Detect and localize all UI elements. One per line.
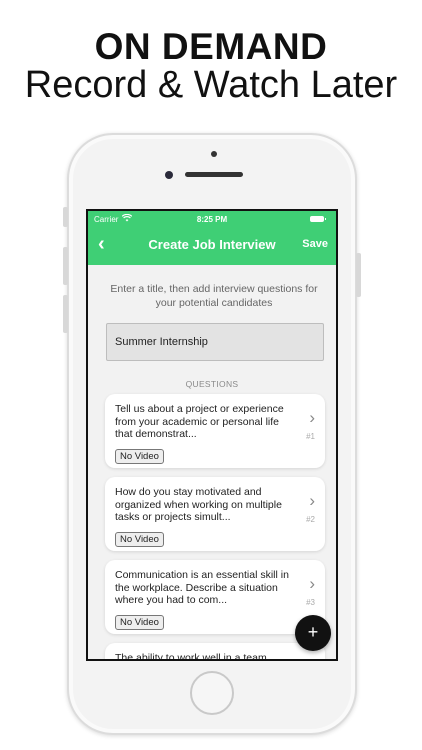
- mute-switch: [63, 207, 68, 227]
- video-status-badge: No Video: [115, 615, 164, 630]
- clock: 8:25 PM: [196, 215, 228, 224]
- question-number: #2: [306, 515, 315, 524]
- volume-up-button: [63, 247, 68, 285]
- volume-down-button: [63, 295, 68, 333]
- question-card[interactable]: The ability to work well in a team: [105, 643, 325, 661]
- home-button[interactable]: [190, 671, 234, 715]
- question-text: Communication is an essential skill in t…: [115, 569, 289, 606]
- battery-icon: [310, 216, 326, 222]
- question-text: Tell us about a project or experience fr…: [115, 403, 284, 440]
- save-button[interactable]: Save: [302, 238, 328, 250]
- headline-primary: ON DEMAND: [94, 26, 328, 67]
- status-bar: Carrier 8:25 PM: [88, 213, 336, 226]
- question-card[interactable]: How do you stay motivated and organized …: [105, 477, 325, 551]
- question-number: #1: [306, 432, 315, 441]
- page-title: Create Job Interview: [148, 237, 276, 252]
- front-camera: [211, 151, 217, 157]
- chevron-right-icon: ›: [309, 491, 315, 510]
- headline-secondary: Record & Watch Later: [24, 64, 398, 106]
- question-text: How do you stay motivated and organized …: [115, 486, 282, 523]
- question-card[interactable]: Tell us about a project or experience fr…: [105, 394, 325, 468]
- interview-title-input[interactable]: Summer Internship: [106, 323, 324, 361]
- phone-frame: Carrier 8:25 PM ‹ Create Job Interview S…: [63, 133, 361, 735]
- video-status-badge: No Video: [115, 532, 164, 547]
- earpiece-speaker: [185, 172, 243, 177]
- header-bar: Carrier 8:25 PM ‹ Create Job Interview S…: [88, 211, 336, 265]
- questions-section-label: QUESTIONS: [185, 379, 239, 389]
- proximity-sensor: [165, 171, 173, 179]
- navigation-bar: ‹ Create Job Interview Save: [88, 233, 336, 259]
- chevron-right-icon: ›: [309, 408, 315, 427]
- question-number: #3: [306, 598, 315, 607]
- add-question-button[interactable]: +: [295, 615, 331, 651]
- question-card[interactable]: Communication is an essential skill in t…: [105, 560, 325, 634]
- app-screen: Carrier 8:25 PM ‹ Create Job Interview S…: [86, 209, 338, 661]
- chevron-right-icon: ›: [309, 574, 315, 593]
- power-button: [356, 253, 361, 297]
- instructions-text: Enter a title, then add interview questi…: [110, 283, 318, 309]
- plus-icon: +: [307, 622, 319, 642]
- video-status-badge: No Video: [115, 449, 164, 464]
- question-text: The ability to work well in a team: [115, 652, 267, 661]
